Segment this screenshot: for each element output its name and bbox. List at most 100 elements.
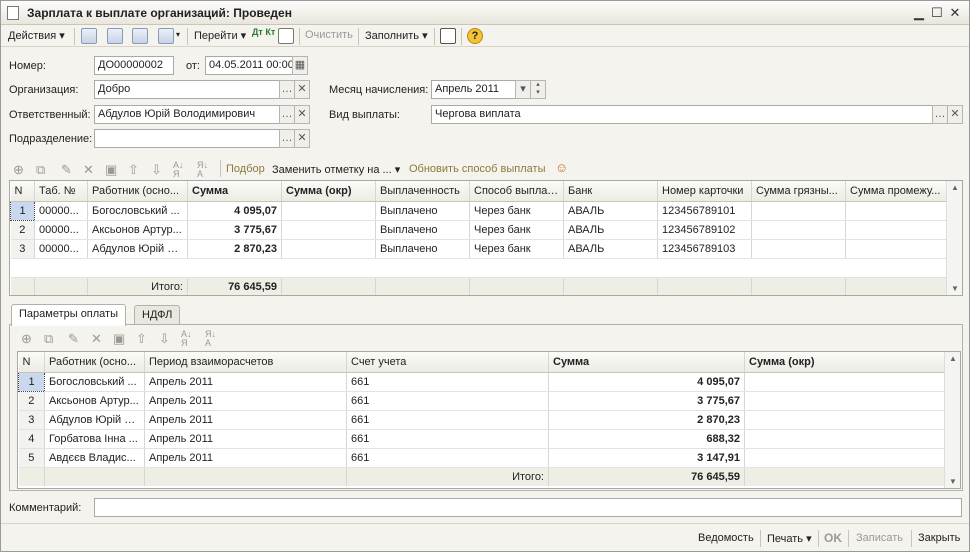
column-header[interactable]: Сумма <box>548 352 745 373</box>
table-row[interactable]: 3 00000... Абдулов Юрій В... 2 870,23 Выплач… <box>10 239 948 259</box>
column-header[interactable]: Сумма промежу... <box>845 181 948 202</box>
table-cell[interactable]: 2 870,23 <box>187 239 282 259</box>
dropdown-icon[interactable]: ▾ <box>515 80 531 99</box>
table-cell[interactable]: Через банк <box>469 201 564 221</box>
table-cell[interactable]: 123456789102 <box>657 220 752 240</box>
move-down-icon[interactable]: ⇩ <box>159 331 170 347</box>
table-cell[interactable]: АВАЛЬ <box>563 220 658 240</box>
table-cell[interactable] <box>751 220 846 240</box>
delete-row-icon[interactable]: ✕ <box>91 331 102 347</box>
table-cell[interactable]: Апрель 2011 <box>144 429 347 449</box>
goto-menu[interactable]: Перейти ▾ <box>194 29 246 42</box>
table-cell[interactable]: 00000... <box>34 201 88 221</box>
minimize-button[interactable]: ▁ <box>911 5 927 21</box>
report-icon[interactable] <box>278 28 294 44</box>
column-header[interactable]: Сумма <box>187 181 282 202</box>
employees-grid[interactable]: N Таб. № Работник (осно... Сумма Сумма (окр)… <box>9 180 963 296</box>
table-cell[interactable]: Горбатова Інна ... <box>44 429 145 449</box>
move-up-icon[interactable]: ⇧ <box>128 162 139 178</box>
column-header[interactable]: Способ выплаты <box>469 181 564 202</box>
paytype-field[interactable]: Чергова виплата <box>431 105 934 124</box>
column-header[interactable]: Работник (осно... <box>87 181 188 202</box>
table-cell[interactable]: 661 <box>346 410 549 430</box>
end-edit-icon[interactable]: ▣ <box>105 162 117 178</box>
month-field[interactable]: Апрель 2011 <box>431 80 517 99</box>
table-cell[interactable] <box>744 372 946 392</box>
table-cell[interactable]: 00000... <box>34 220 88 240</box>
print-menu[interactable]: Печать ▾ <box>767 532 812 545</box>
list-settings-icon[interactable] <box>440 28 456 44</box>
table-cell[interactable]: Выплачено <box>375 239 470 259</box>
table-cell[interactable]: 661 <box>346 372 549 392</box>
clear-button[interactable]: Очистить <box>305 29 353 41</box>
table-row[interactable]: 1 00000... Богословський ... 4 095,07 Выплач… <box>10 200 948 221</box>
column-header[interactable]: N <box>18 352 45 373</box>
sort-desc-icon[interactable]: Я↓ A <box>197 161 208 179</box>
edit-row-icon[interactable]: ✎ <box>68 331 79 347</box>
table-cell[interactable]: 661 <box>346 429 549 449</box>
column-header[interactable]: Банк <box>563 181 658 202</box>
table-cell[interactable] <box>845 220 948 240</box>
spin-icon[interactable]: ▴ ▾ <box>530 80 546 99</box>
department-field[interactable] <box>94 129 280 148</box>
table-cell[interactable]: Через банк <box>469 239 564 259</box>
table-cell[interactable] <box>744 448 946 468</box>
structure-icon[interactable] <box>158 28 174 44</box>
responsible-field[interactable]: Абдулов Юрій Володимирович <box>94 105 280 124</box>
date-field[interactable]: 04.05.2011 00:00 <box>205 56 293 75</box>
table-row[interactable]: 2 Аксьонов Артур... Апрель 2011 661 3 775,67 <box>18 391 946 411</box>
table-cell[interactable]: 3 <box>18 410 45 430</box>
column-header[interactable]: Сумма (окр) <box>744 352 946 373</box>
table-cell[interactable]: 4 <box>18 429 45 449</box>
table-cell[interactable]: 123456789103 <box>657 239 752 259</box>
table-cell[interactable]: Богословський ... <box>87 201 188 221</box>
table-cell[interactable]: Выплачено <box>375 201 470 221</box>
edit-row-icon[interactable]: ✎ <box>61 162 72 178</box>
table-cell[interactable] <box>744 391 946 411</box>
column-header[interactable]: Работник (осно... <box>44 352 145 373</box>
vertical-scrollbar[interactable]: ▲ ▼ <box>944 352 960 488</box>
tab-ndfl[interactable]: НДФЛ <box>134 305 181 325</box>
column-header[interactable]: Счет учета <box>346 352 549 373</box>
copy-row-icon[interactable]: ⧉ <box>36 162 45 178</box>
pick-button[interactable]: Подбор <box>226 163 265 175</box>
fill-menu[interactable]: Заполнить ▾ <box>365 29 428 42</box>
table-row[interactable]: 1 Богословський ... Апрель 2011 661 4 095,07 <box>18 371 946 392</box>
column-header[interactable]: Сумма (окр) <box>281 181 376 202</box>
table-row[interactable]: 3 Абдулов Юрій В... Апрель 2011 661 2 870,23 <box>18 410 946 430</box>
table-cell[interactable]: Выплачено <box>375 220 470 240</box>
table-cell[interactable] <box>751 201 846 221</box>
table-cell[interactable] <box>281 239 376 259</box>
close-form-button[interactable]: Закрыть <box>918 532 960 544</box>
move-down-icon[interactable]: ⇩ <box>151 162 162 178</box>
column-header[interactable]: Сумма грязны... <box>751 181 846 202</box>
actions-menu[interactable]: Действия ▾ <box>8 29 65 42</box>
close-button[interactable]: ✕ <box>947 5 963 21</box>
payment-params-grid[interactable]: N Работник (осно... Период взаиморасчетов С… <box>17 351 961 489</box>
table-cell[interactable]: Абдулов Юрій В... <box>44 410 145 430</box>
table-cell[interactable]: 4 095,07 <box>187 201 282 221</box>
table-cell[interactable] <box>845 239 948 259</box>
copy-icon[interactable] <box>132 28 148 44</box>
table-cell[interactable]: 3 775,67 <box>548 391 745 411</box>
table-cell[interactable]: Аксьонов Артур... <box>44 391 145 411</box>
maximize-button[interactable]: ☐ <box>929 5 945 21</box>
calendar-icon[interactable]: ▦ <box>292 56 308 75</box>
select-ellipsis-icon[interactable]: … <box>279 105 295 124</box>
table-cell[interactable]: 3 147,91 <box>548 448 745 468</box>
table-cell[interactable] <box>744 410 946 430</box>
table-cell[interactable]: 2 870,23 <box>548 410 745 430</box>
table-cell[interactable]: АВАЛЬ <box>563 239 658 259</box>
column-header[interactable]: Таб. № <box>34 181 88 202</box>
table-cell[interactable] <box>281 201 376 221</box>
table-row[interactable]: 2 00000... Аксьонов Артур... 3 775,67 Выплач… <box>10 220 948 240</box>
table-cell[interactable]: АВАЛЬ <box>563 201 658 221</box>
end-edit-icon[interactable]: ▣ <box>113 331 125 347</box>
table-cell[interactable]: 661 <box>346 391 549 411</box>
table-row[interactable]: 4 Горбатова Інна ... Апрель 2011 661 688,32 <box>18 429 946 449</box>
help-icon[interactable]: ? <box>467 28 483 44</box>
statement-button[interactable]: Ведомость <box>698 532 754 544</box>
table-cell[interactable]: Апрель 2011 <box>144 391 347 411</box>
add-row-icon[interactable]: ⊕ <box>13 162 24 178</box>
add-row-icon[interactable]: ⊕ <box>21 331 32 347</box>
